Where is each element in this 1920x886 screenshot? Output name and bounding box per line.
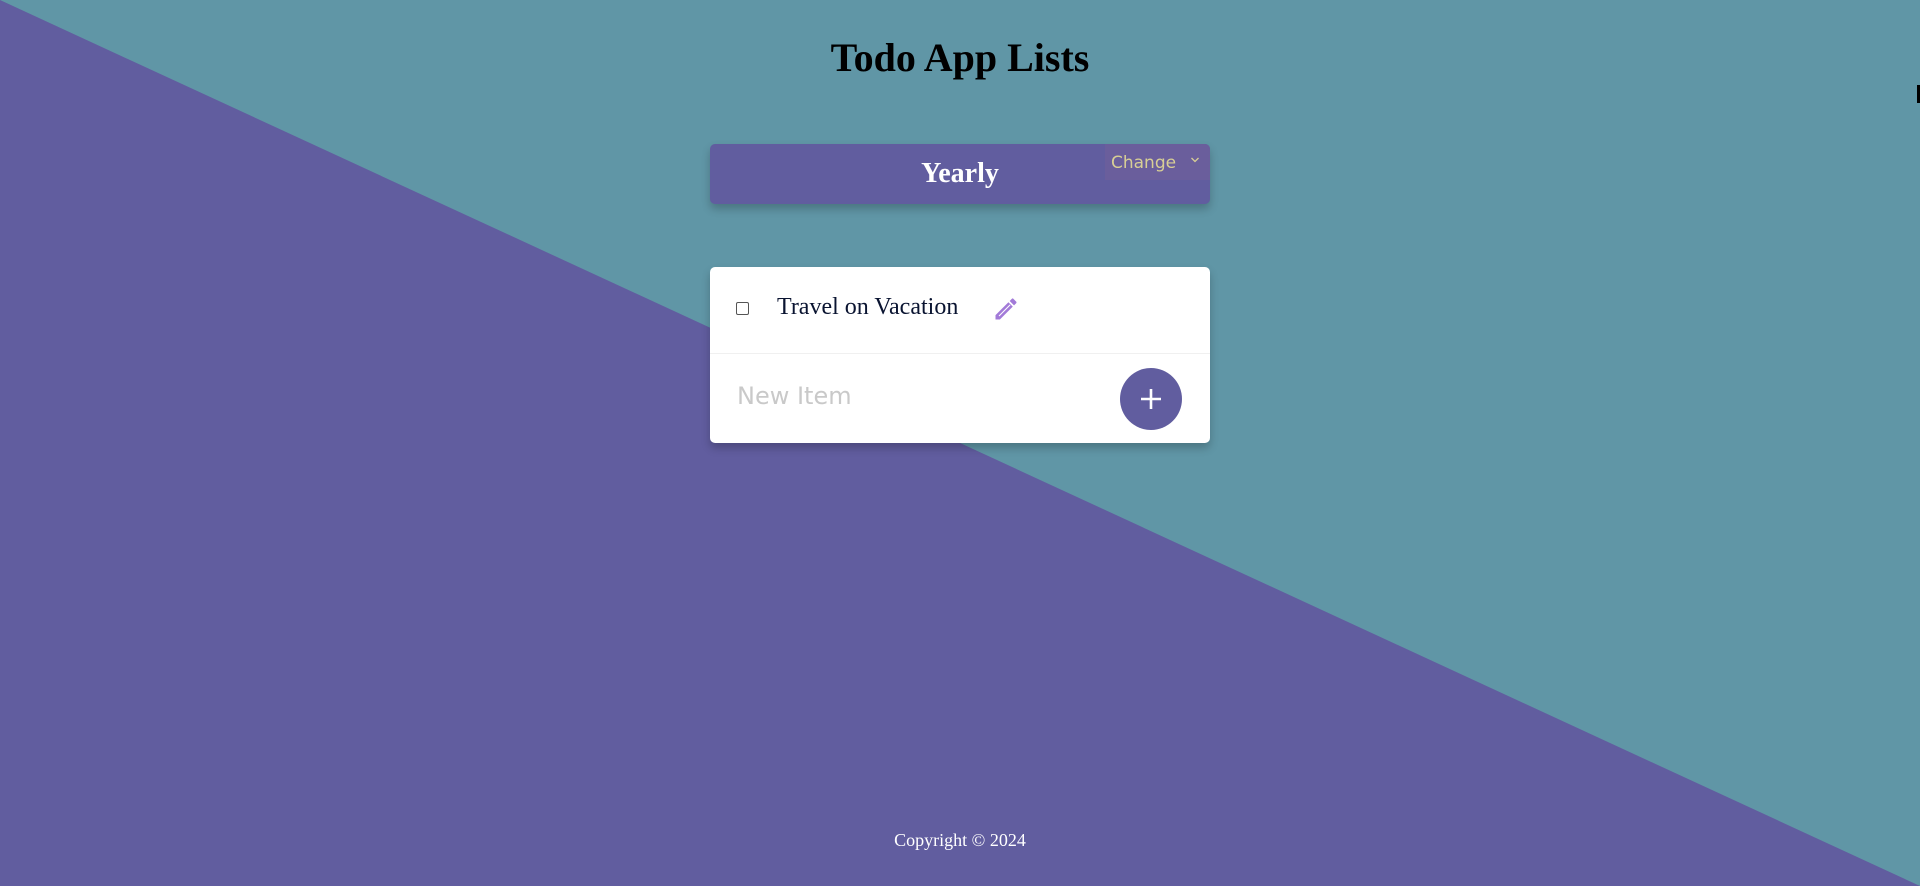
change-list-select[interactable]: Change xyxy=(1105,144,1210,180)
todo-item-checkbox[interactable] xyxy=(736,302,749,315)
background-diagonal xyxy=(0,0,1920,886)
list-header: Yearly Change xyxy=(710,144,1210,204)
footer-copyright: Copyright © 2024 xyxy=(894,830,1026,850)
plus-icon xyxy=(1141,389,1161,409)
add-item-button[interactable] xyxy=(1120,368,1182,430)
page-title: Todo App Lists xyxy=(830,35,1090,80)
chevron-down-icon xyxy=(1191,157,1199,163)
todo-item-label: Travel on Vacation xyxy=(777,294,959,320)
new-item-input[interactable] xyxy=(737,379,1077,413)
todo-item: Travel on Vacation xyxy=(710,267,1210,354)
change-select-label: Change xyxy=(1111,153,1177,173)
todo-list-card: Travel on Vacation xyxy=(710,267,1210,443)
pencil-icon[interactable] xyxy=(992,295,1020,323)
